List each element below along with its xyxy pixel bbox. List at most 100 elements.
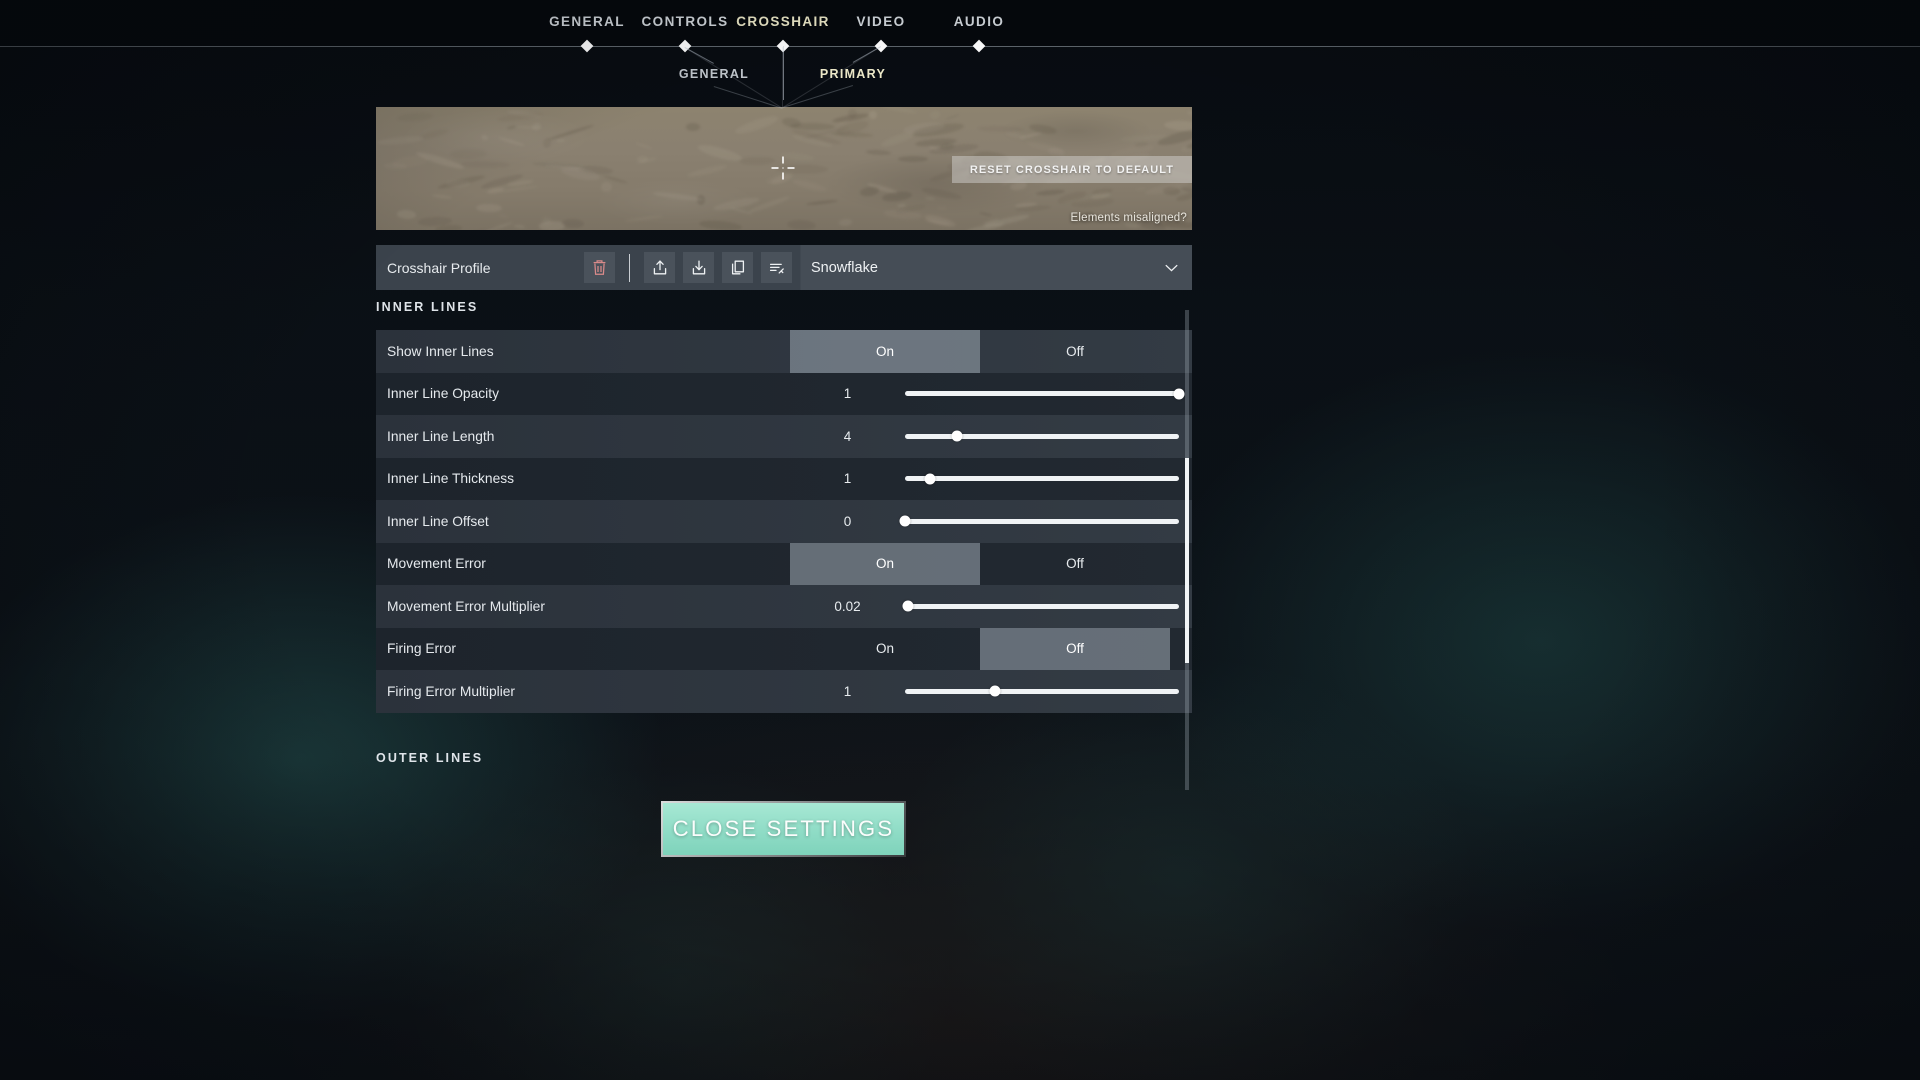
export-profile-icon[interactable] — [644, 252, 675, 283]
wall-speck — [476, 203, 503, 213]
slider-track[interactable] — [905, 388, 1185, 400]
delete-profile-icon[interactable] — [584, 252, 615, 283]
duplicate-profile-icon[interactable] — [722, 252, 753, 283]
toggle-option-off[interactable]: Off — [980, 330, 1170, 373]
crosshair-profile-row: Crosshair Profile Snowflake — [376, 245, 1192, 290]
wall-speck — [924, 196, 936, 200]
wall-speck — [634, 141, 653, 150]
toggle-option-on[interactable]: On — [790, 330, 980, 373]
slider[interactable] — [905, 415, 1192, 458]
setting-value: 0 — [843, 513, 852, 529]
slider-knob[interactable] — [989, 685, 1001, 697]
wall-speck — [625, 214, 664, 223]
wall-speck — [555, 138, 565, 143]
slider[interactable] — [899, 500, 1192, 543]
settings-row: Movement Error On Off — [376, 542, 1192, 586]
import-profile-icon[interactable] — [683, 252, 714, 283]
nav-subtab-general[interactable]: GENERAL — [679, 67, 749, 81]
toggle-option-off[interactable]: Off — [980, 543, 1170, 586]
wall-speck — [1163, 119, 1192, 133]
slider-knob[interactable] — [902, 600, 914, 612]
nav-tab-controls[interactable]: CONTROLS — [642, 14, 729, 29]
slider-knob[interactable] — [924, 473, 936, 485]
slider-track[interactable] — [905, 685, 1179, 697]
slider[interactable] — [902, 585, 1192, 628]
setting-label: Firing Error — [387, 641, 456, 657]
wall-speck — [419, 127, 450, 141]
setting-label: Inner Line Opacity — [387, 386, 499, 402]
setting-label: Movement Error — [387, 556, 486, 572]
settings-row: Inner Line Thickness 1 — [376, 457, 1192, 501]
wall-speck — [432, 193, 452, 200]
wall-speck — [542, 137, 553, 150]
wall-speck — [686, 163, 727, 179]
wall-speck — [561, 218, 584, 228]
settings-row: Inner Line Offset 0 — [376, 500, 1192, 543]
nav-tab-marker — [874, 39, 888, 53]
nav-tab-general[interactable]: GENERAL — [549, 14, 625, 29]
toggle-option-on[interactable]: On — [790, 542, 980, 585]
rename-profile-icon[interactable] — [761, 252, 792, 283]
wall-speck — [480, 134, 488, 142]
slider-track[interactable] — [905, 473, 1179, 485]
chevron-down-icon[interactable] — [1150, 245, 1192, 290]
settings-row: Inner Line Opacity 1 — [376, 372, 1192, 416]
slider-knob[interactable] — [899, 515, 911, 527]
slider-track[interactable] — [902, 600, 1179, 612]
toggle-option-on[interactable]: On — [790, 628, 980, 671]
wall-speck — [923, 213, 957, 230]
profile-actions — [584, 245, 792, 290]
setting-value: 1 — [843, 683, 852, 699]
section-title: OUTER LINES — [376, 750, 484, 765]
wall-speck — [396, 209, 417, 220]
slider-track[interactable] — [905, 430, 1179, 442]
nav-tab-crosshair[interactable]: CROSSHAIR — [736, 14, 830, 29]
wall-speck — [686, 122, 701, 132]
preview-leader-line — [782, 85, 853, 108]
close-settings-button[interactable]: CLOSE SETTINGS — [663, 803, 904, 855]
settings-scroll-area[interactable]: INNER LINES Show Inner Lines On Off Inner Li… — [376, 300, 1192, 800]
close-settings-frame: CLOSE SETTINGS — [661, 801, 906, 857]
slider-knob[interactable] — [951, 430, 963, 442]
slider[interactable] — [905, 670, 1192, 713]
setting-label: Show Inner Lines — [387, 343, 494, 359]
wall-speck — [376, 135, 424, 147]
wall-speck — [499, 214, 509, 219]
slider-track[interactable] — [899, 515, 1179, 527]
nav-tab-video[interactable]: VIDEO — [856, 14, 905, 29]
nav-subtab-primary[interactable]: PRIMARY — [820, 67, 886, 81]
wall-speck — [859, 185, 880, 197]
wall-speck — [467, 221, 514, 230]
wall-speck — [738, 156, 775, 166]
wall-speck — [498, 135, 525, 147]
toggle-option-off[interactable]: Off — [980, 627, 1170, 670]
slider[interactable] — [905, 458, 1192, 501]
wall-speck — [513, 223, 525, 229]
wall-speck — [436, 173, 486, 191]
crosshair-profile-value[interactable]: Snowflake — [792, 245, 1150, 290]
crosshair-profile-label: Crosshair Profile — [387, 259, 491, 276]
settings-row: Show Inner Lines On Off — [376, 330, 1192, 373]
crosshair-marker — [771, 156, 795, 180]
setting-value: 4 — [843, 428, 852, 444]
wall-speck — [1135, 185, 1147, 192]
wall-speck — [696, 142, 744, 165]
wall-speck — [791, 177, 828, 194]
wall-speck — [937, 206, 946, 210]
elements-misaligned-link[interactable]: Elements misaligned? — [1070, 212, 1187, 224]
scrollbar-thumb[interactable] — [1185, 458, 1189, 663]
slider-knob[interactable] — [1173, 388, 1185, 400]
settings-row: Inner Line Length 4 — [376, 415, 1192, 458]
wall-speck — [838, 218, 852, 228]
wall-speck — [652, 190, 703, 202]
reset-crosshair-button[interactable]: RESET CROSSHAIR TO DEFAULT — [951, 156, 1192, 183]
wall-speck — [698, 218, 743, 230]
settings-row: Firing Error On Off — [376, 627, 1192, 671]
wall-speck — [898, 155, 929, 162]
nav-tab-audio[interactable]: AUDIO — [954, 14, 1005, 29]
wall-speck — [547, 123, 595, 141]
slider[interactable] — [905, 373, 1192, 416]
settings-row: Firing Error Multiplier 1 — [376, 670, 1192, 713]
setting-label: Movement Error Multiplier — [387, 598, 545, 614]
wall-speck — [1018, 131, 1042, 141]
